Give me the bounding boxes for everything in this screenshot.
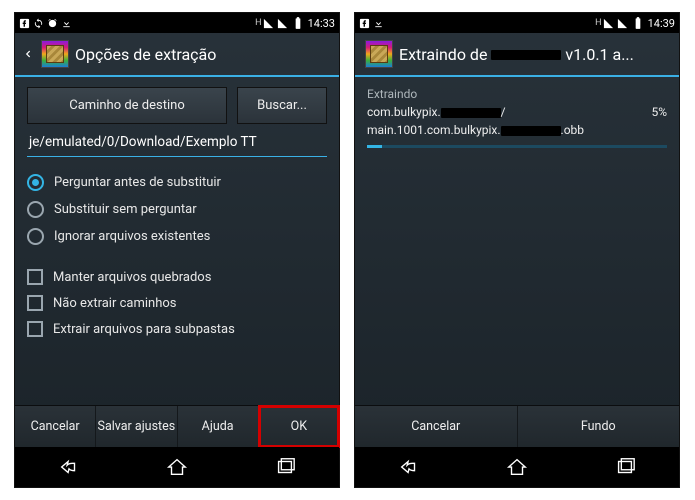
app-icon: [365, 40, 393, 68]
home-nav-icon[interactable]: [506, 456, 528, 478]
phone-left: H 14:33 Opções de extração Caminho de de…: [14, 12, 340, 488]
content: Caminho de destino Buscar... je/emulated…: [15, 77, 339, 405]
download-icon: [61, 18, 72, 29]
check-label: Não extrair caminhos: [53, 296, 177, 311]
status-bar: H 14:33: [15, 13, 339, 33]
home-nav-icon[interactable]: [166, 456, 188, 478]
nav-bar: [355, 447, 679, 487]
signal-icon: [617, 18, 628, 29]
title-prefix: Extraindo de: [399, 45, 491, 64]
signal-icon: [263, 18, 274, 29]
back-nav-icon[interactable]: [398, 456, 420, 478]
network-type: H: [595, 18, 601, 28]
radio-icon: [27, 201, 44, 218]
phone-right: H 14:39 Extraindo de v1.0.1 a... Extrain…: [354, 12, 680, 488]
redacted-text: [501, 126, 561, 136]
status-bar: H 14:39: [355, 13, 679, 33]
app-bar: Opções de extração: [15, 33, 339, 77]
extract-line-2: main.1001.com.bulkypix..obb: [367, 121, 631, 139]
download-icon: [373, 18, 384, 29]
page-title: Opções de extração: [75, 45, 333, 64]
check-label: Manter arquivos quebrados: [53, 270, 211, 285]
radio-label: Substituir sem perguntar: [54, 202, 197, 217]
back-icon[interactable]: [21, 44, 35, 64]
alarm-icon: [47, 18, 58, 29]
facebook-icon: [19, 18, 30, 29]
radio-label: Perguntar antes de substituir: [54, 175, 221, 190]
extract-line-1: com.bulkypix./: [367, 103, 631, 121]
sync-icon: [33, 18, 44, 29]
signal-icon: [277, 18, 288, 29]
ok-button[interactable]: OK: [259, 406, 339, 447]
progress-bar: [367, 145, 667, 148]
app-icon: [41, 40, 69, 68]
progress-fill: [367, 145, 382, 148]
clock: 14:33: [308, 17, 335, 30]
clock: 14:39: [648, 17, 675, 30]
bottom-bar: Cancelar Salvar ajustes Ajuda OK: [15, 405, 339, 447]
radio-label: Ignorar arquivos existentes: [54, 229, 210, 244]
destination-path-input[interactable]: je/emulated/0/Download/Exemplo TT: [27, 130, 327, 157]
signal-icon: [603, 18, 614, 29]
radio-ask-before-overwrite[interactable]: Perguntar antes de substituir: [27, 169, 327, 196]
checkbox-icon: [27, 321, 43, 337]
destination-path-button[interactable]: Caminho de destino: [27, 87, 227, 124]
facebook-icon: [359, 18, 370, 29]
back-nav-icon[interactable]: [58, 456, 80, 478]
page-title: Extraindo de v1.0.1 a...: [399, 45, 673, 64]
title-suffix: v1.0.1 a...: [561, 45, 633, 64]
network-type: H: [255, 18, 261, 28]
check-no-paths[interactable]: Não extrair caminhos: [27, 290, 327, 316]
recent-nav-icon[interactable]: [614, 456, 636, 478]
extracting-heading: Extraindo: [367, 87, 667, 101]
radio-icon: [27, 174, 44, 191]
check-extract-subfolders[interactable]: Extrair arquivos para subpastas: [27, 316, 327, 342]
radio-overwrite-without-asking[interactable]: Substituir sem perguntar: [27, 196, 327, 223]
battery-icon: [631, 16, 645, 30]
battery-icon: [291, 16, 305, 30]
progress-percent: 5%: [631, 103, 667, 139]
background-button[interactable]: Fundo: [518, 406, 680, 447]
help-button[interactable]: Ajuda: [178, 406, 259, 447]
check-label: Extrair arquivos para subpastas: [53, 322, 235, 337]
cancel-button[interactable]: Cancelar: [15, 406, 96, 447]
checkbox-icon: [27, 269, 43, 285]
bottom-bar: Cancelar Fundo: [355, 405, 679, 447]
radio-icon: [27, 228, 44, 245]
recent-nav-icon[interactable]: [274, 456, 296, 478]
cancel-button[interactable]: Cancelar: [355, 406, 518, 447]
nav-bar: [15, 447, 339, 487]
content: Extraindo com.bulkypix./ main.1001.com.b…: [355, 77, 679, 405]
app-bar: Extraindo de v1.0.1 a...: [355, 33, 679, 77]
redacted-text: [441, 108, 501, 118]
checkbox-icon: [27, 295, 43, 311]
check-keep-broken[interactable]: Manter arquivos quebrados: [27, 264, 327, 290]
save-settings-button[interactable]: Salvar ajustes: [96, 406, 177, 447]
browse-button[interactable]: Buscar...: [237, 87, 327, 124]
redacted-text: [491, 50, 561, 60]
radio-skip-existing[interactable]: Ignorar arquivos existentes: [27, 223, 327, 250]
